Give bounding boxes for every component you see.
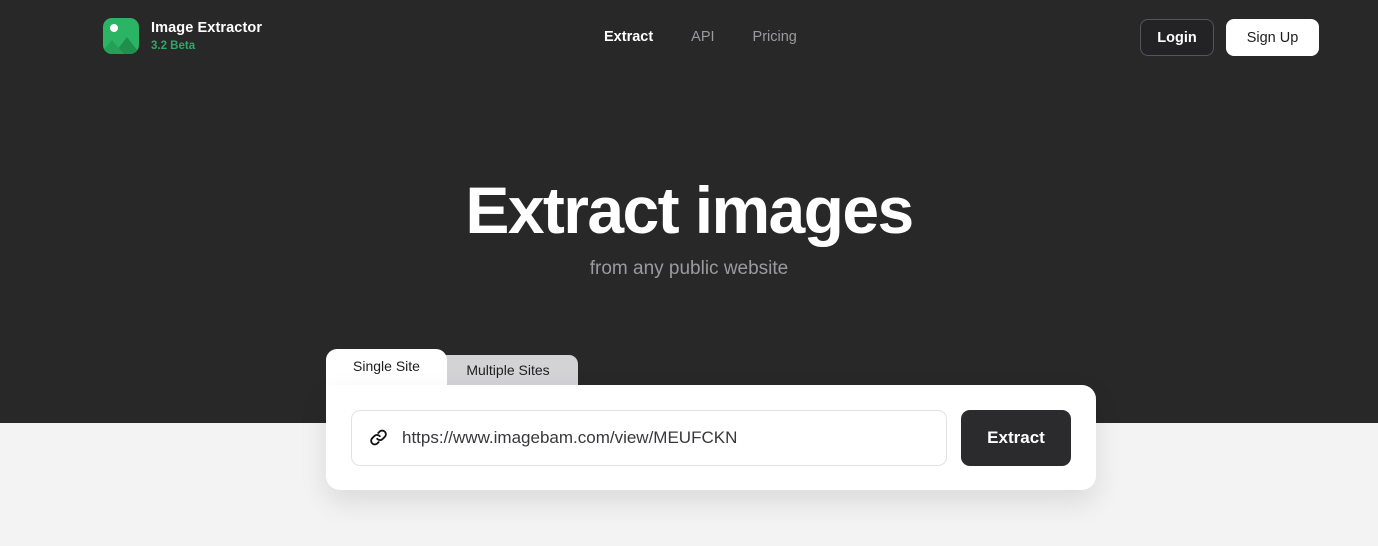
brand-text-group: Image Extractor 3.2 Beta [151, 20, 262, 53]
signup-button[interactable]: Sign Up [1226, 19, 1319, 56]
nav-link-pricing[interactable]: Pricing [753, 27, 797, 47]
tab-multiple-sites[interactable]: Multiple Sites [438, 355, 578, 385]
page-subtitle: from any public website [589, 258, 789, 279]
brand-name: Image Extractor [151, 19, 263, 36]
top-navigation-bar: Image Extractor 3.2 Beta Extract API Pri… [0, 0, 1378, 75]
url-input-wrapper[interactable]: https://www.imagebam.com/view/MEUFCKN [351, 409, 947, 466]
page-root: Image Extractor 3.2 Beta Extract API Pri… [0, 0, 1378, 546]
tab-single-site[interactable]: Single Site [326, 349, 447, 385]
extract-button[interactable]: Extract [961, 409, 1071, 466]
url-input-value[interactable]: https://www.imagebam.com/view/MEUFCKN [402, 427, 737, 449]
login-button[interactable]: Login [1140, 19, 1214, 56]
auth-buttons-group: Login Sign Up [1140, 19, 1319, 56]
nav-link-extract[interactable]: Extract [604, 27, 653, 47]
nav-link-api[interactable]: API [691, 27, 714, 47]
hero-copy: Extract images from any public website [0, 170, 1378, 282]
image-mountain-icon [103, 18, 139, 54]
extractor-card: https://www.imagebam.com/view/MEUFCKN Ex… [326, 385, 1096, 490]
mountain-front-shape [103, 40, 124, 54]
brand-version-badge: 3.2 Beta [151, 39, 196, 52]
link-icon [368, 427, 389, 448]
nav-links: Extract API Pricing [604, 27, 797, 47]
page-title: Extract images [465, 173, 914, 247]
sun-icon [110, 24, 118, 32]
tab-bar: Single Site Multiple Sites [326, 349, 1096, 385]
extractor-panel: Single Site Multiple Sites https://www.i… [326, 349, 1096, 490]
brand-logo-group[interactable]: Image Extractor 3.2 Beta [103, 18, 262, 54]
